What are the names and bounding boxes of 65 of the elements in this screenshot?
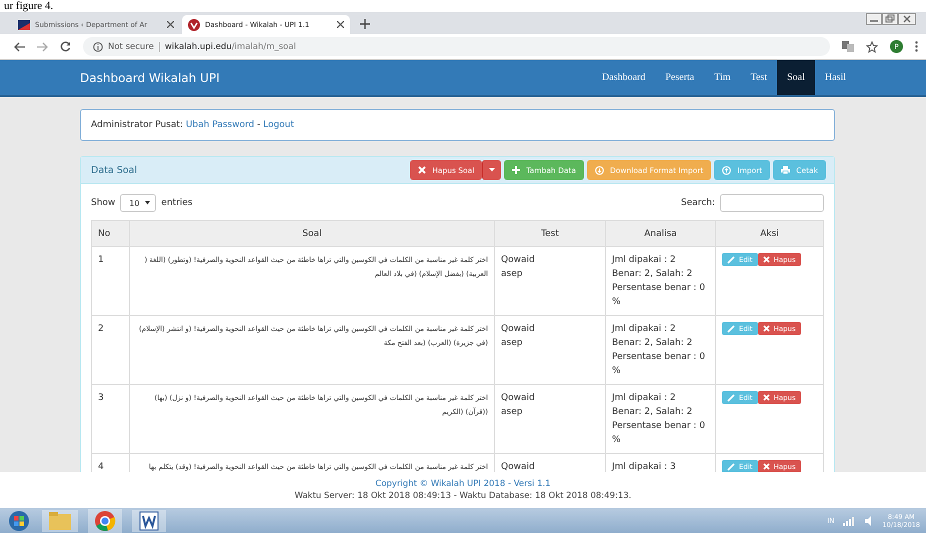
upload-icon — [722, 166, 732, 174]
column-header[interactable]: Analisa — [606, 220, 716, 246]
print-icon — [781, 166, 790, 174]
column-header[interactable]: No — [92, 220, 130, 246]
minimize-icon[interactable] — [866, 13, 882, 25]
table-cell: Jml dipakai : 2 Benar: 2, Salah: 2 Persentase benar : 0 % — [606, 246, 716, 316]
star-icon[interactable] — [866, 40, 878, 52]
close-icon — [762, 256, 770, 263]
new-tab-icon[interactable] — [360, 19, 370, 29]
dropdown-button[interactable] — [482, 160, 502, 180]
nav-link[interactable]: Test — [740, 60, 778, 95]
nav-link[interactable]: Tim — [704, 60, 741, 95]
caret-icon — [145, 201, 150, 205]
flag-icon — [18, 20, 30, 30]
table-cell: Qowaid asep — [494, 384, 606, 454]
document-caption: ur figure 4. — [4, 0, 54, 12]
panel-title: Data Soal — [91, 164, 138, 176]
server-time-text: Waktu Server: 18 Okt 2018 08:49:13 - Waktu Database: 18 Okt 2018 08:49:13. — [294, 491, 632, 501]
word-icon[interactable] — [132, 510, 166, 532]
restore-icon[interactable] — [882, 13, 898, 25]
pencil-icon — [727, 324, 735, 332]
back-icon[interactable] — [14, 42, 25, 52]
column-header[interactable]: Soal — [130, 220, 494, 246]
plus-icon — [512, 166, 520, 174]
table-cell: 3 — [92, 384, 130, 454]
reload-icon[interactable] — [60, 41, 71, 52]
table-cell: 1 — [92, 246, 130, 316]
length-label: entries — [161, 198, 192, 208]
menu-icon[interactable] — [915, 41, 918, 52]
close-icon — [762, 394, 770, 401]
info-icon — [93, 42, 103, 52]
copyright-text: Copyright © Wikalah UPI 2018 - Versi 1.1 — [375, 479, 551, 489]
nav-link[interactable]: Peserta — [655, 60, 704, 95]
close-icon[interactable] — [898, 13, 916, 25]
start-button-icon[interactable] — [6, 510, 32, 532]
close-icon — [418, 166, 426, 174]
close-icon — [762, 463, 770, 470]
table-cell: Qowaid asep — [494, 246, 606, 316]
download-icon — [594, 166, 604, 174]
close-icon[interactable] — [337, 21, 344, 28]
close-icon[interactable] — [167, 21, 174, 28]
caret-icon — [489, 168, 496, 172]
address-field[interactable]: Not secure wikalah.upi.edu/imalah/m_soal — [83, 37, 830, 56]
table-cell: Jml dipakai : 2 Benar: 2, Salah: 2 Persentase benar : 0 % — [606, 384, 716, 454]
table-cell: Qowaid asep — [494, 316, 606, 384]
logout-link[interactable]: Logout — [263, 120, 294, 130]
logo-icon — [188, 18, 200, 30]
user-info: Administrator Pusat: Ubah Password - Logout — [91, 120, 294, 130]
nav-link[interactable]: Dashboard — [592, 60, 656, 95]
chrome-icon[interactable] — [88, 508, 122, 532]
entries-select[interactable]: 10 — [120, 194, 156, 212]
nav-link[interactable]: Hasil — [814, 60, 856, 95]
close-icon — [762, 325, 770, 332]
pencil-icon — [727, 394, 735, 402]
column-header[interactable]: Test — [494, 220, 606, 246]
table-cell: Jml dipakai : 2 Benar: 2, Salah: 2 Persentase benar : 0 % — [606, 316, 716, 384]
column-header[interactable]: Aksi — [716, 220, 824, 246]
nav-link[interactable]: Soal — [777, 60, 815, 95]
length-label: Show — [91, 198, 116, 208]
brand-title[interactable]: Dashboard Wikalah UPI — [80, 70, 220, 84]
search-label: Search: — [681, 198, 715, 208]
search-field[interactable] — [720, 194, 824, 212]
table-cell: 2 — [92, 316, 130, 384]
pencil-icon — [727, 256, 735, 264]
change-password-link[interactable]: Ubah Password — [186, 120, 254, 130]
